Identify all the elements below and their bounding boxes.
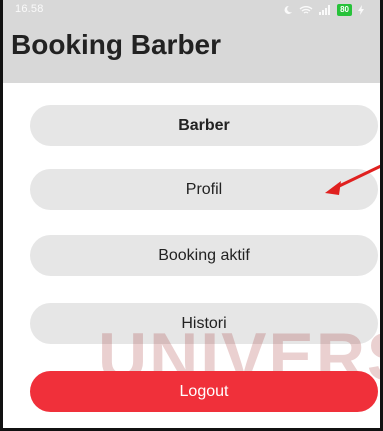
phone-screen: 16.58 80 Booking Barber Barber Profil Bo… [0, 0, 383, 431]
status-icons: 80 [283, 4, 364, 16]
moon-icon [283, 5, 293, 15]
status-time: 16.58 [15, 3, 44, 15]
signal-icon [319, 5, 331, 15]
wifi-icon [299, 5, 313, 15]
histori-button[interactable]: Histori [30, 303, 378, 344]
booking-aktif-button[interactable]: Booking aktif [30, 235, 378, 276]
profil-button[interactable]: Profil [30, 169, 378, 210]
app-title: Booking Barber [11, 29, 222, 60]
app-bar: 16.58 80 Booking Barber [3, 0, 380, 83]
barber-button[interactable]: Barber [30, 105, 378, 146]
logout-button[interactable]: Logout [30, 371, 378, 412]
charging-icon [358, 5, 364, 15]
battery-icon: 80 [337, 4, 352, 16]
